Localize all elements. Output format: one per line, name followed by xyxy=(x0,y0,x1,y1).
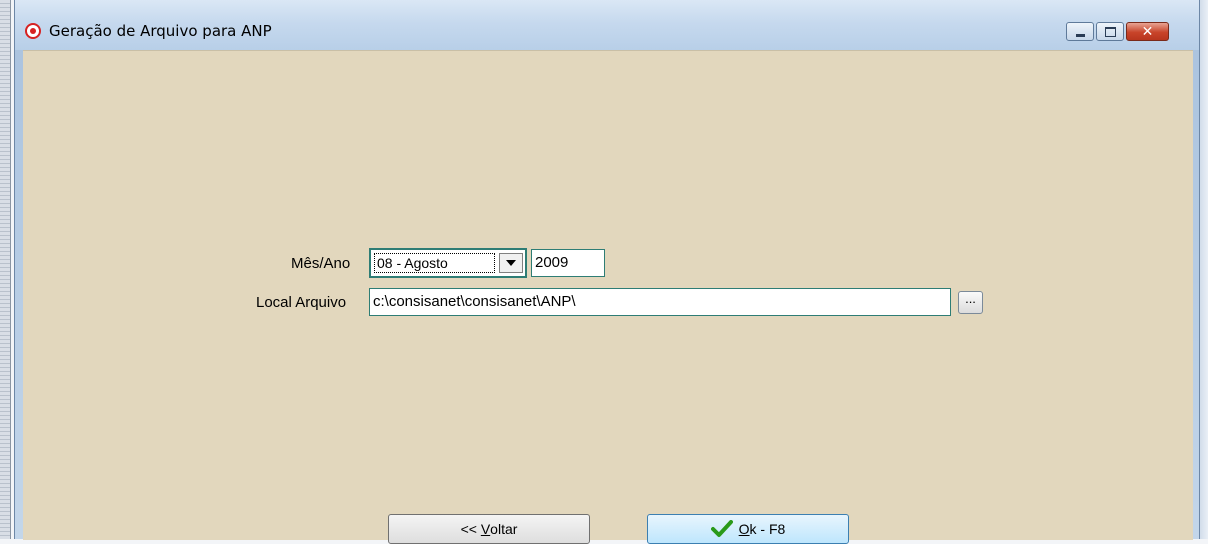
minimize-icon xyxy=(1075,33,1085,37)
year-field[interactable]: 2009 xyxy=(531,249,605,277)
close-button[interactable]: ✕ xyxy=(1126,22,1169,41)
back-button-label: oltar xyxy=(490,521,518,537)
month-dropdown-button[interactable] xyxy=(499,253,523,273)
minimize-button[interactable] xyxy=(1066,22,1094,41)
checkmark-icon xyxy=(710,520,733,537)
dialog-window: Geração de Arquivo para ANP ✕ Mês/Ano 08… xyxy=(14,0,1200,544)
ok-button-label: k - F8 xyxy=(749,521,786,537)
left-scroll-ruler xyxy=(0,0,11,539)
back-button-prefix: << xyxy=(460,521,481,537)
back-button-accel: V xyxy=(480,521,491,537)
file-location-field[interactable]: c:\consisanet\consisanet\ANP\ xyxy=(369,288,951,316)
file-location-label: Local Arquivo xyxy=(256,294,347,311)
close-icon: ✕ xyxy=(1141,23,1154,40)
maximize-icon xyxy=(1104,26,1116,37)
chevron-down-icon xyxy=(506,260,516,266)
form-area: Mês/Ano 08 - Agosto 2009 Local Arquivo c… xyxy=(23,50,1193,544)
title-bar[interactable]: Geração de Arquivo para ANP ✕ xyxy=(15,0,1199,50)
ok-button[interactable]: Ok - F8 xyxy=(647,514,849,544)
window-title: Geração de Arquivo para ANP xyxy=(49,22,272,40)
back-button[interactable]: << Voltar xyxy=(388,514,590,544)
app-icon xyxy=(25,23,41,39)
month-year-label: Mês/Ano xyxy=(291,255,351,272)
maximize-button[interactable] xyxy=(1096,22,1124,41)
ok-button-accel: O xyxy=(738,521,750,537)
month-select[interactable]: 08 - Agosto xyxy=(369,248,527,278)
browse-button[interactable]: ... xyxy=(958,291,983,314)
month-select-value: 08 - Agosto xyxy=(374,253,495,273)
